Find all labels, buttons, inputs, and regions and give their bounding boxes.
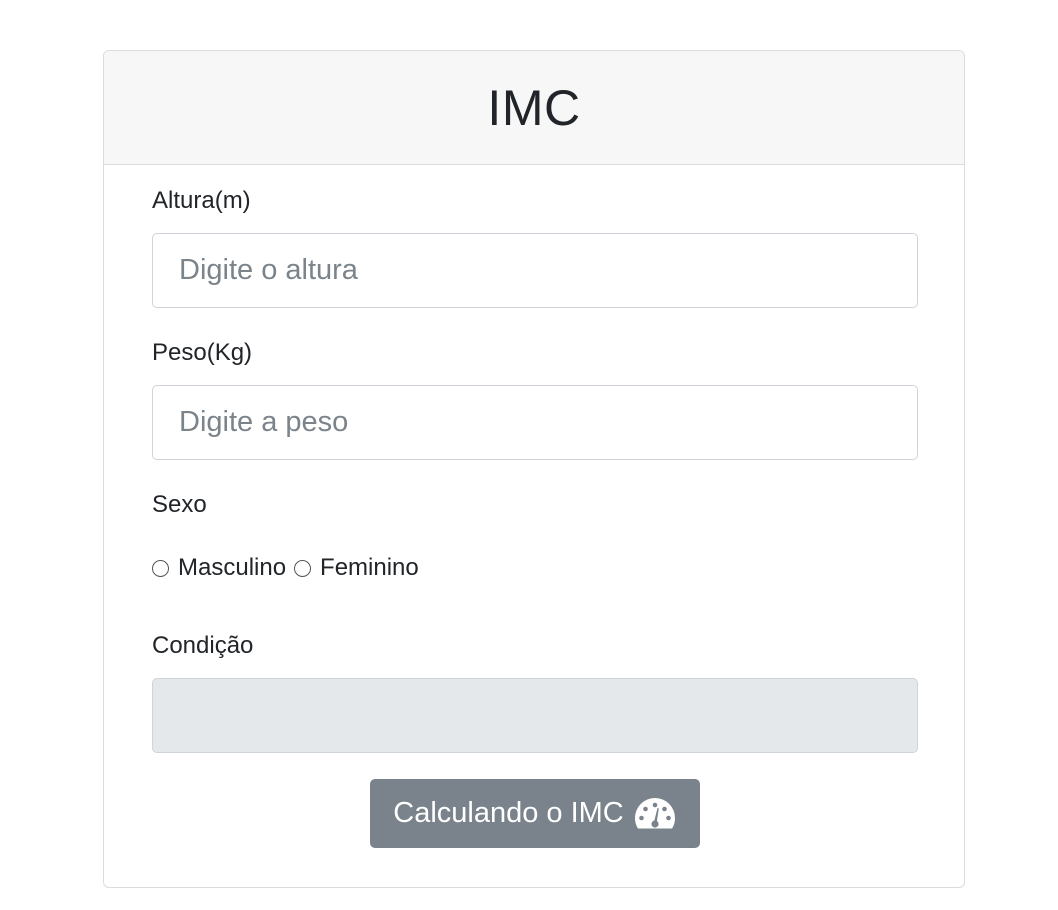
tachometer-icon — [634, 797, 675, 828]
sex-radio-group: Masculino Feminino — [152, 554, 427, 582]
condition-field — [152, 678, 918, 753]
weight-input[interactable] — [152, 385, 918, 460]
weight-label: Peso(Kg) — [152, 339, 253, 366]
page-title: IMC — [487, 79, 581, 136]
card-header: IMC — [104, 51, 964, 165]
sex-label: Sexo — [152, 491, 207, 518]
radio-masculino-label[interactable]: Masculino — [178, 554, 286, 582]
calculate-button[interactable]: Calculando o IMC — [370, 779, 700, 848]
calculate-button-label: Calculando o IMC — [393, 797, 624, 829]
height-label: Altura(m) — [152, 187, 251, 214]
radio-masculino[interactable] — [152, 559, 169, 577]
radio-feminino[interactable] — [294, 559, 312, 577]
radio-feminino-label[interactable]: Feminino — [320, 554, 419, 582]
condition-label: Condição — [152, 632, 254, 659]
height-input[interactable] — [152, 233, 918, 308]
imc-card: IMC Altura(m) Peso(Kg) Sexo Masculino Fe… — [103, 50, 965, 888]
